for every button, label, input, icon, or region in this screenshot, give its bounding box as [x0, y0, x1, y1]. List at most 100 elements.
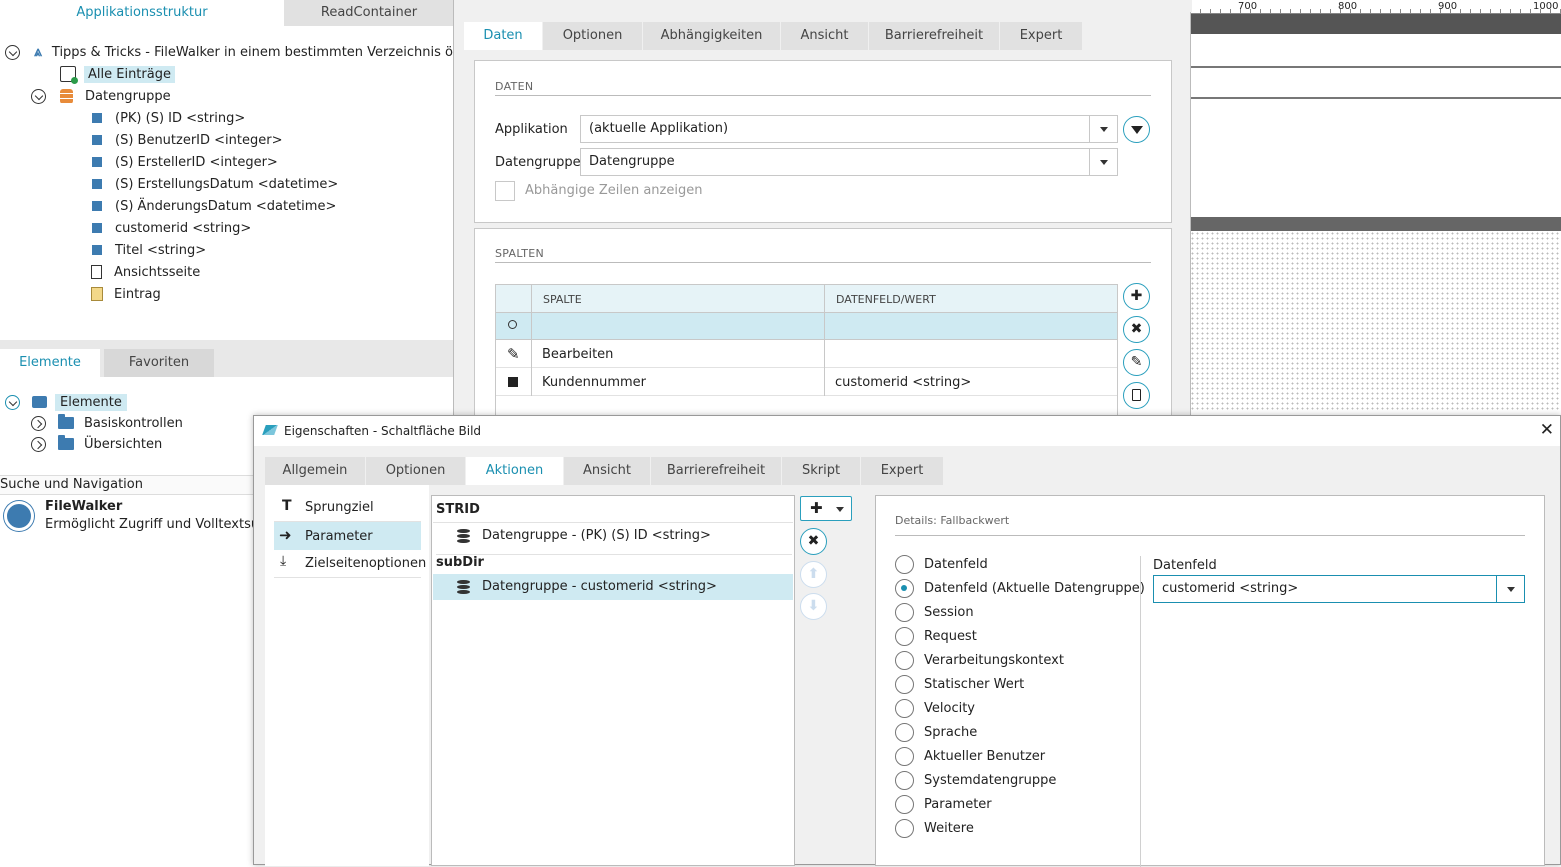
- move-down-button[interactable]: ⬇: [800, 593, 827, 620]
- radio-statischer-wert[interactable]: [895, 675, 914, 694]
- tab-optionen[interactable]: Optionen: [366, 457, 465, 485]
- radio-request[interactable]: [895, 627, 914, 646]
- move-up-button[interactable]: ⬆: [800, 561, 827, 588]
- chevron-right-icon[interactable]: [31, 436, 46, 452]
- tab-ansicht[interactable]: Ansicht: [781, 22, 868, 50]
- tab-allgemein[interactable]: Allgemein: [265, 457, 365, 485]
- dialog-top-strip: [454, 0, 1192, 12]
- elements-root-label: Elemente: [55, 393, 127, 411]
- elements-root[interactable]: Elemente: [5, 392, 127, 412]
- radio-label: Datenfeld: [924, 557, 988, 572]
- tab-expert[interactable]: Expert: [1000, 22, 1082, 50]
- tab-skript[interactable]: Skript: [782, 457, 860, 485]
- field-item[interactable]: Titel <string>: [92, 240, 206, 260]
- radio-label: Aktueller Benutzer: [924, 749, 1046, 764]
- tree-root[interactable]: ⩓ Tipps & Tricks - FileWalker in einem b…: [5, 42, 486, 62]
- filter-button[interactable]: [1123, 116, 1150, 143]
- radio-systemdatengruppe[interactable]: [895, 771, 914, 790]
- add-column-button[interactable]: ✚: [1123, 283, 1150, 310]
- side-nav-item-sprungziel[interactable]: T Sprungziel: [274, 495, 421, 521]
- radio-datenfeld[interactable]: [895, 555, 914, 574]
- datenfeld-select[interactable]: customerid <string>: [1153, 575, 1525, 603]
- datagroup-select[interactable]: Datengruppe: [580, 148, 1118, 176]
- tab-aktionen[interactable]: Aktionen: [466, 457, 563, 485]
- view-page-item[interactable]: Ansichtsseite: [91, 262, 200, 282]
- radio-velocity[interactable]: [895, 699, 914, 718]
- radio-weitere[interactable]: [895, 819, 914, 838]
- app-select-value: (aktuelle Applikation): [589, 121, 729, 136]
- field-item[interactable]: (S) BenutzerID <integer>: [92, 130, 283, 150]
- app-select[interactable]: (aktuelle Applikation): [580, 115, 1118, 143]
- field-icon: [92, 245, 102, 255]
- entry-item[interactable]: Eintrag: [91, 284, 161, 304]
- dependent-rows-label: Abhängige Zeilen anzeigen: [525, 183, 703, 198]
- chevron-down-icon[interactable]: [5, 44, 20, 60]
- chevron-down-icon[interactable]: [5, 394, 20, 410]
- field-label: Titel <string>: [115, 242, 207, 258]
- calculator-button[interactable]: [1123, 382, 1150, 409]
- radio-verarbeitungskontext[interactable]: [895, 651, 914, 670]
- chevron-down-icon[interactable]: [1496, 576, 1524, 602]
- radio-sprache[interactable]: [895, 723, 914, 742]
- divider-line: [1190, 97, 1561, 99]
- download-icon: ⤓: [280, 553, 287, 569]
- filter-icon: [1130, 126, 1143, 134]
- elements-item-uebersichten[interactable]: Übersichten: [31, 434, 162, 454]
- elements-item-basiskontrollen[interactable]: Basiskontrollen: [31, 413, 183, 433]
- tab-daten[interactable]: Daten: [464, 22, 542, 50]
- field-label: (S) ÄnderungsDatum <datetime>: [115, 198, 337, 214]
- field-label: (S) BenutzerID <integer>: [115, 132, 283, 148]
- add-param-button[interactable]: ✚: [800, 496, 852, 521]
- param-group-header: STRID: [436, 502, 480, 517]
- chevron-right-icon[interactable]: [31, 415, 46, 431]
- hammer-icon: T: [282, 498, 292, 514]
- field-item[interactable]: customerid <string>: [92, 218, 251, 238]
- header-cell-wert[interactable]: DATENFELD/WERT: [836, 293, 936, 306]
- radio-aktueller-benutzer[interactable]: [895, 747, 914, 766]
- remove-param-button[interactable]: ✖: [800, 528, 827, 555]
- tab-barrierefreiheit[interactable]: Barrierefreiheit: [869, 22, 999, 50]
- header-cell-spalte[interactable]: SPALTE: [543, 293, 582, 306]
- dependent-rows-checkbox[interactable]: [495, 181, 515, 201]
- param-item-selected[interactable]: Datengruppe - customerid <string>: [433, 574, 793, 600]
- delete-column-button[interactable]: ✖: [1123, 316, 1150, 343]
- pencil-icon: ✎: [1130, 354, 1143, 370]
- filter-row[interactable]: [496, 313, 1117, 340]
- tab-barrierefreiheit[interactable]: Barrierefreiheit: [651, 457, 781, 485]
- tab-optionen[interactable]: Optionen: [543, 22, 642, 50]
- chevron-down-icon[interactable]: [1089, 149, 1117, 175]
- tree-item-datagroup[interactable]: Datengruppe: [31, 86, 171, 106]
- chevron-down-icon[interactable]: [31, 88, 46, 104]
- radio-datenfeld-aktuelle-datengruppe[interactable]: [895, 579, 914, 598]
- radio-parameter[interactable]: [895, 795, 914, 814]
- tab-ansicht[interactable]: Ansicht: [564, 457, 650, 485]
- param-group-header: subDir: [436, 554, 792, 570]
- side-nav-item-zielseitenoptionen[interactable]: ⤓ Zielseitenoptionen: [274, 551, 426, 577]
- field-item[interactable]: (S) ErstellerID <integer>: [92, 152, 278, 172]
- folder-icon: [58, 414, 74, 429]
- radio-label: Systemdatengruppe: [924, 773, 1057, 788]
- page-icon: [91, 265, 102, 279]
- edit-column-button[interactable]: ✎: [1123, 349, 1150, 376]
- parameter-list: STRID Datengruppe - (PK) (S) ID <string>…: [431, 495, 795, 866]
- search-icon: [508, 320, 517, 329]
- tab-elemente[interactable]: Elemente: [0, 349, 100, 377]
- tab-applikationsstruktur[interactable]: Applikationsstruktur: [0, 0, 284, 26]
- app-logo-icon: [262, 425, 278, 435]
- tab-abhaengigkeiten[interactable]: Abhängigkeiten: [643, 22, 780, 50]
- tab-readcontainer[interactable]: ReadContainer: [284, 0, 454, 26]
- field-icon: [92, 157, 102, 167]
- radio-session[interactable]: [895, 603, 914, 622]
- tree-item-all-entries[interactable]: Alle Einträge: [60, 64, 175, 84]
- field-item[interactable]: (S) ÄnderungsDatum <datetime>: [92, 196, 336, 216]
- param-item[interactable]: Datengruppe - (PK) (S) ID <string>: [433, 522, 793, 548]
- tab-favoriten[interactable]: Favoriten: [104, 349, 214, 377]
- tab-expert[interactable]: Expert: [861, 457, 943, 485]
- side-nav-item-parameter[interactable]: ➜ Parameter: [274, 522, 421, 550]
- radio-label: Sprache: [924, 725, 978, 740]
- field-item[interactable]: (PK) (S) ID <string>: [92, 108, 245, 128]
- field-item[interactable]: (S) ErstellungsDatum <datetime>: [92, 174, 338, 194]
- radio-label: Request: [924, 629, 977, 644]
- chevron-down-icon[interactable]: [1089, 116, 1117, 142]
- close-icon[interactable]: ✕: [1540, 420, 1554, 440]
